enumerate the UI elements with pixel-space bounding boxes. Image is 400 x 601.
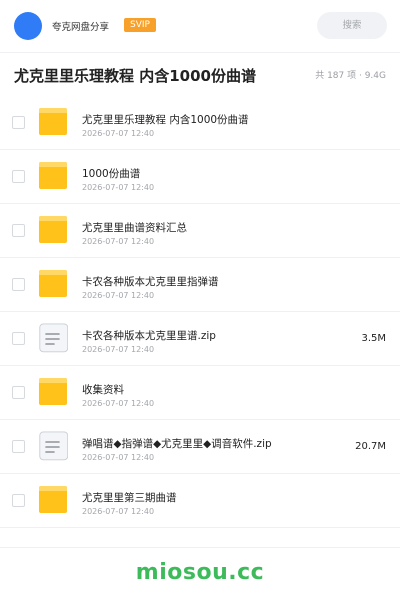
file-date: 2026-07-07 12:40 [82,183,155,192]
file-row[interactable]: 弹唱谱◆指弹谱◆尤克里里◆调音软件.zip 2026-07-07 12:40 20.… [0,420,400,474]
file-name[interactable]: 尤克里里第三期曲谱 [82,490,177,505]
file-list: 尤克里里乐理教程 内含1000份曲谱 2026-07-07 12:40 1000份曲… [0,96,400,528]
file-name[interactable]: 弹唱谱◆指弹谱◆尤克里里◆调音软件.zip [82,436,272,451]
file-date: 2026-07-07 12:40 [82,291,155,300]
footer: miosou.cc [0,547,400,601]
file-date: 2026-07-07 12:40 [82,345,155,354]
file-row[interactable]: 卡农各种版本尤克里里指弹谱 2026-07-07 12:40 [0,258,400,312]
row-checkbox[interactable] [12,332,25,345]
top-bar: 夸克网盘分享 SVIP 搜索 [0,0,400,53]
row-checkbox[interactable] [12,116,25,129]
row-checkbox[interactable] [12,386,25,399]
file-name[interactable]: 收集资料 [82,382,124,397]
folder-icon [38,161,68,191]
row-checkbox[interactable] [12,278,25,291]
file-row[interactable]: 卡农各种版本尤克里里谱.zip 2026-07-07 12:40 3.5M [0,312,400,366]
file-size: 20.7M [355,441,386,452]
avatar[interactable] [14,12,42,40]
document-icon [38,431,69,461]
document-icon [38,323,69,353]
folder-icon [38,377,68,407]
folder-icon [38,107,68,137]
row-checkbox[interactable] [12,440,25,453]
file-name[interactable]: 卡农各种版本尤克里里指弹谱 [82,274,219,289]
file-date: 2026-07-07 12:40 [82,507,155,516]
title-bar: 尤克里里乐理教程 内含1000份曲谱 共 187 项 · 9.4G [0,53,400,97]
row-checkbox[interactable] [12,170,25,183]
row-checkbox[interactable] [12,224,25,237]
file-name[interactable]: 尤克里里曲谱资料汇总 [82,220,187,235]
brand-name: 夸克网盘分享 [52,22,110,33]
file-row[interactable]: 尤克里里第三期曲谱 2026-07-07 12:40 [0,474,400,528]
file-date: 2026-07-07 12:40 [82,453,155,462]
file-row[interactable]: 收集资料 2026-07-07 12:40 [0,366,400,420]
folder-icon [38,269,68,299]
folder-icon [38,215,68,245]
file-row[interactable]: 1000份曲谱 2026-07-07 12:40 [0,150,400,204]
svip-badge: SVIP [124,18,156,32]
page-title: 尤克里里乐理教程 内含1000份曲谱 [14,67,256,85]
row-checkbox[interactable] [12,494,25,507]
folder-icon [38,485,68,515]
file-date: 2026-07-07 12:40 [82,129,155,138]
file-name[interactable]: 卡农各种版本尤克里里谱.zip [82,328,216,343]
file-name[interactable]: 1000份曲谱 [82,166,140,181]
file-row[interactable]: 尤克里里乐理教程 内含1000份曲谱 2026-07-07 12:40 [0,96,400,150]
item-summary: 共 187 项 · 9.4G [315,71,386,81]
file-date: 2026-07-07 12:40 [82,237,155,246]
file-name[interactable]: 尤克里里乐理教程 内含1000份曲谱 [82,112,249,127]
watermark: miosou.cc [135,560,265,585]
file-date: 2026-07-07 12:40 [82,399,155,408]
file-row[interactable]: 尤克里里曲谱资料汇总 2026-07-07 12:40 [0,204,400,258]
search-input[interactable]: 搜索 [317,12,387,39]
file-size: 3.5M [361,333,386,344]
